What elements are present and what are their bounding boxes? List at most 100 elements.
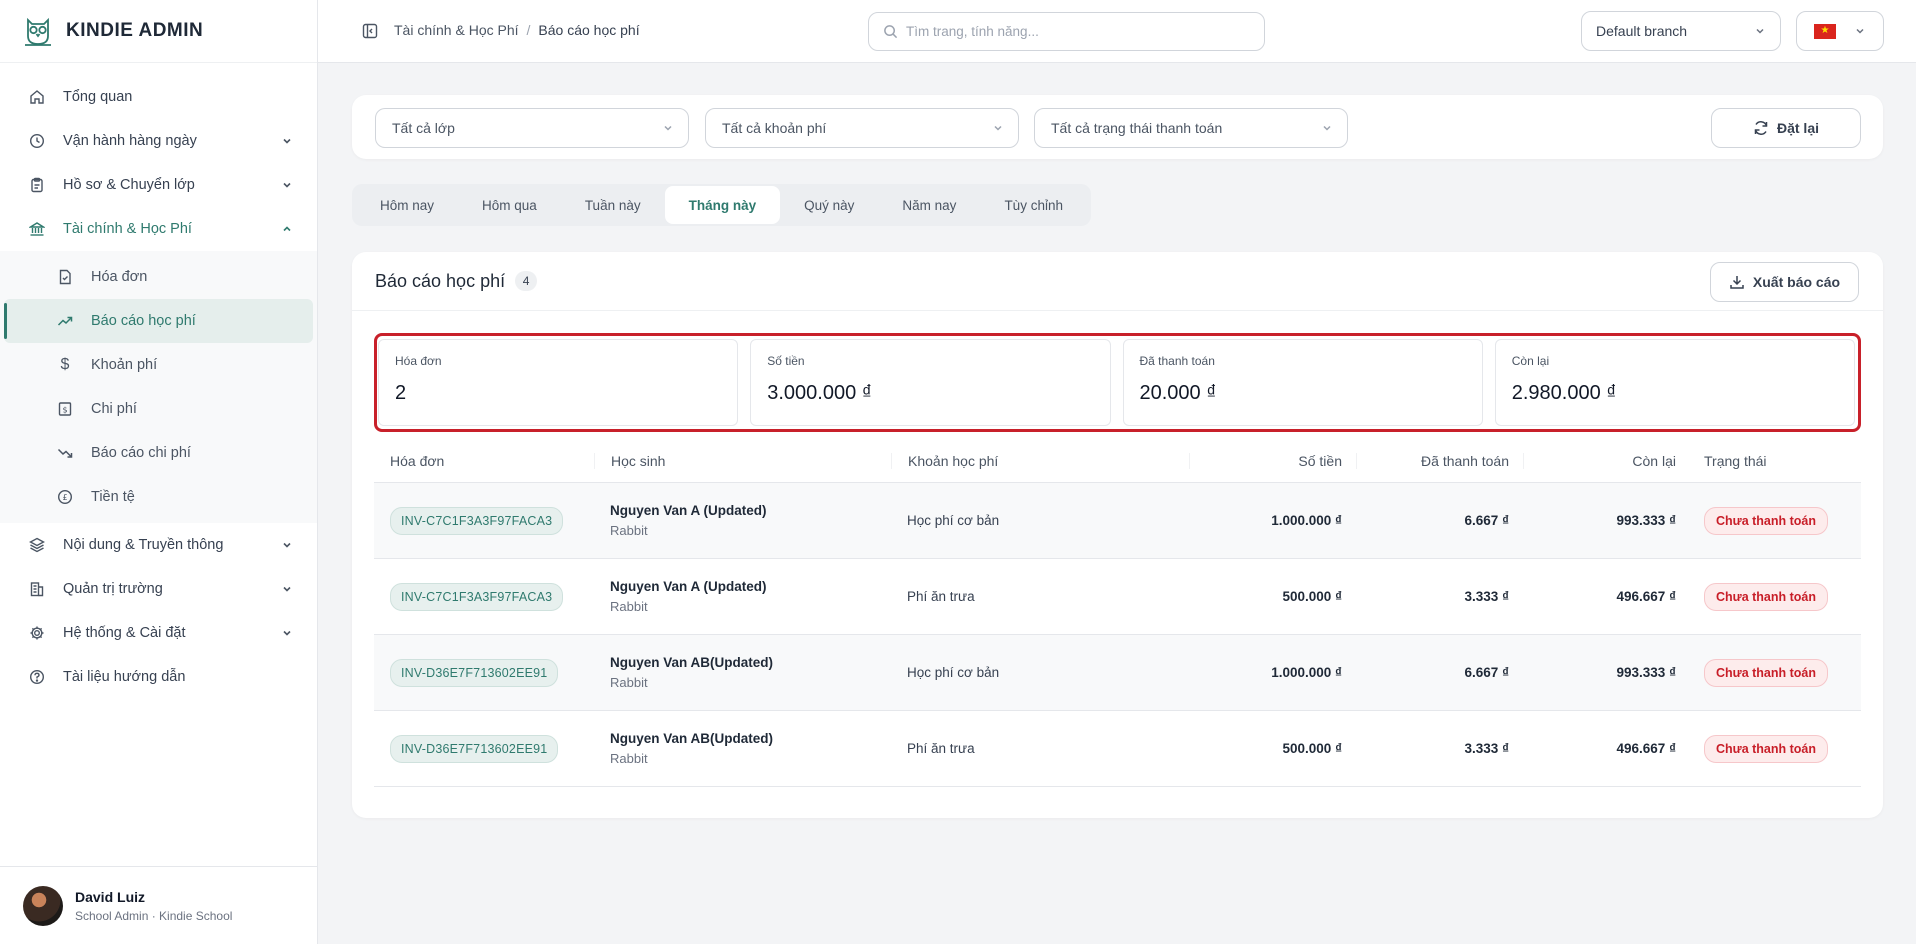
remaining-value: 993.333 ₫ — [1616, 513, 1676, 528]
invoice-code-chip[interactable]: INV-D36E7F713602EE91 — [390, 658, 559, 687]
table-row[interactable]: INV-C7C1F3A3F97FACA3 Nguyen Van A (Updat… — [374, 559, 1861, 635]
sidebar-item-records[interactable]: Hồ sơ & Chuyển lớp — [0, 163, 317, 207]
layers-icon — [28, 536, 46, 554]
column-header-paid[interactable]: Đã thanh toán — [1356, 453, 1523, 469]
sidebar-item-daily-operations[interactable]: Vận hành hàng ngày — [0, 119, 317, 163]
table-row[interactable]: INV-D36E7F713602EE91 Nguyen Van AB(Updat… — [374, 711, 1861, 787]
status-badge: Chưa thanh toán — [1704, 658, 1829, 687]
sidebar-item-school-admin[interactable]: Quản trị trường — [0, 567, 317, 611]
sidebar-item-label: Chi phí — [91, 401, 137, 417]
remaining-value: 496.667 ₫ — [1616, 741, 1676, 756]
tab-this-week[interactable]: Tuần này — [561, 186, 665, 224]
column-header-amount[interactable]: Số tiền — [1189, 453, 1356, 469]
receipt-icon: $ — [56, 400, 74, 418]
chevron-down-icon — [664, 125, 672, 131]
paid-value: 3.333 ₫ — [1464, 589, 1509, 604]
user-profile[interactable]: David Luiz School Admin · Kindie School — [0, 866, 317, 944]
invoice-code-chip[interactable]: INV-C7C1F3A3F97FACA3 — [390, 506, 564, 535]
student-class: Rabbit — [610, 523, 648, 538]
table-header: Hóa đơn Học sinh Khoản học phí Số tiền Đ… — [374, 440, 1861, 483]
download-icon — [1730, 276, 1744, 289]
student-class: Rabbit — [610, 751, 648, 766]
sidebar-item-label: Báo cáo học phí — [91, 313, 196, 329]
class-filter-select[interactable]: Tất cả lớp — [375, 108, 689, 148]
stat-label: Hóa đơn — [395, 354, 442, 368]
stat-label: Còn lại — [1511, 354, 1550, 368]
reset-button-label: Đặt lại — [1776, 120, 1819, 136]
brand: KINDIE ADMIN — [0, 0, 317, 63]
tab-yesterday[interactable]: Hôm qua — [458, 186, 561, 224]
invoice-code-chip[interactable]: INV-D36E7F713602EE91 — [390, 734, 559, 763]
tab-this-quarter[interactable]: Quý này — [780, 186, 878, 224]
sidebar-item-label: Tiền tệ — [91, 489, 135, 505]
sidebar-item-content[interactable]: Nội dung & Truyền thông — [0, 523, 317, 567]
tab-today[interactable]: Hôm nay — [356, 186, 458, 224]
reset-button[interactable]: Đặt lại — [1711, 108, 1861, 148]
paid-value: 3.333 ₫ — [1464, 741, 1509, 756]
sidebar-toggle-icon[interactable] — [362, 23, 378, 39]
invoice-icon — [56, 268, 74, 286]
sidebar-item-finance[interactable]: Tài chính & Học Phí — [0, 207, 317, 251]
chevron-down-icon — [283, 182, 291, 188]
tab-this-year[interactable]: Năm nay — [878, 186, 980, 224]
sidebar-item-label: Quản trị trường — [63, 581, 163, 597]
payment-status-filter-select[interactable]: Tất cả trạng thái thanh toán — [1034, 108, 1348, 148]
sidebar-item-expense-report[interactable]: Báo cáo chi phí — [4, 431, 313, 475]
stat-invoices: Hóa đơn 2 — [378, 339, 739, 426]
sidebar-item-settings[interactable]: Hệ thống & Cài đặt — [0, 611, 317, 655]
breadcrumb: Tài chính & Học Phí / Báo cáo học phí — [394, 22, 640, 38]
user-name: David Luiz — [75, 888, 146, 905]
chevron-down-icon — [1323, 125, 1331, 131]
fee-filter-select[interactable]: Tất cả khoản phí — [705, 108, 1019, 148]
column-header-fee[interactable]: Khoản học phí — [891, 453, 1189, 469]
student-name: Nguyen Van AB(Updated) — [610, 655, 774, 670]
status-badge: Chưa thanh toán — [1704, 582, 1829, 611]
column-header-remaining[interactable]: Còn lại — [1523, 453, 1690, 469]
vietnam-flag-icon: ★ — [1814, 23, 1836, 39]
dollar-icon: $ — [60, 356, 70, 373]
sidebar-item-label: Hồ sơ & Chuyển lớp — [63, 177, 195, 193]
breadcrumb-parent[interactable]: Tài chính & Học Phí — [394, 22, 519, 38]
user-role: School Admin · Kindie School — [75, 908, 233, 923]
sidebar-item-docs[interactable]: Tài liệu hướng dẫn — [0, 655, 317, 699]
trending-down-icon — [56, 444, 74, 462]
branch-select[interactable]: Default branch — [1581, 11, 1781, 51]
period-tabs: Hôm nay Hôm qua Tuần này Tháng này Quý n… — [352, 184, 1091, 226]
search-input[interactable] — [906, 24, 1236, 39]
column-header-student[interactable]: Học sinh — [594, 453, 891, 469]
table-row[interactable]: INV-D36E7F713602EE91 Nguyen Van AB(Updat… — [374, 635, 1861, 711]
sidebar-item-invoices[interactable]: Hóa đơn — [4, 255, 313, 299]
sidebar-item-currency[interactable]: £ Tiền tệ — [4, 475, 313, 519]
export-report-button[interactable]: Xuất báo cáo — [1710, 262, 1859, 302]
paid-value: 6.667 ₫ — [1464, 665, 1509, 680]
sidebar-item-overview[interactable]: Tổng quan — [0, 75, 317, 119]
search-box — [868, 12, 1265, 51]
student-name: Nguyen Van AB(Updated) — [610, 731, 774, 746]
tab-custom[interactable]: Tùy chỉnh — [980, 186, 1087, 224]
chevron-down-icon — [1856, 28, 1864, 34]
language-select[interactable]: ★ — [1796, 11, 1884, 51]
sidebar-item-label: Hóa đơn — [91, 269, 148, 285]
tab-this-month[interactable]: Tháng này — [664, 186, 781, 224]
finance-submenu: Hóa đơn Báo cáo học phí $ Khoản phí $ Ch… — [0, 251, 317, 523]
remaining-value: 993.333 ₫ — [1616, 665, 1676, 680]
sidebar: KINDIE ADMIN Tổng quan Vận hành hàng ngà… — [0, 0, 318, 944]
sidebar-item-expenses[interactable]: $ Chi phí — [4, 387, 313, 431]
amount-value: 1.000.000 ₫ — [1271, 665, 1342, 680]
column-header-status[interactable]: Trạng thái — [1690, 453, 1861, 469]
bank-icon — [28, 220, 46, 238]
stat-paid: Đã thanh toán 20.000 ₫ — [1122, 339, 1483, 426]
table-row[interactable]: INV-C7C1F3A3F97FACA3 Nguyen Van A (Updat… — [374, 483, 1861, 559]
column-header-invoice[interactable]: Hóa đơn — [374, 453, 594, 469]
refresh-icon — [1754, 121, 1768, 135]
fee-name: Học phí cơ bản — [907, 513, 1000, 528]
invoice-code-chip[interactable]: INV-C7C1F3A3F97FACA3 — [390, 582, 564, 611]
help-icon — [28, 668, 46, 686]
sidebar-item-fee-report[interactable]: Báo cáo học phí — [4, 299, 313, 343]
status-badge: Chưa thanh toán — [1704, 734, 1829, 763]
fee-report-card: Báo cáo học phí 4 Xuất báo cáo Hóa đơn 2… — [352, 252, 1883, 818]
stat-value: 3.000.000 ₫ — [767, 382, 873, 404]
sidebar-item-fees[interactable]: $ Khoản phí — [4, 343, 313, 387]
payment-status-filter-value: Tất cả trạng thái thanh toán — [1051, 120, 1223, 136]
clock-icon — [28, 132, 46, 150]
